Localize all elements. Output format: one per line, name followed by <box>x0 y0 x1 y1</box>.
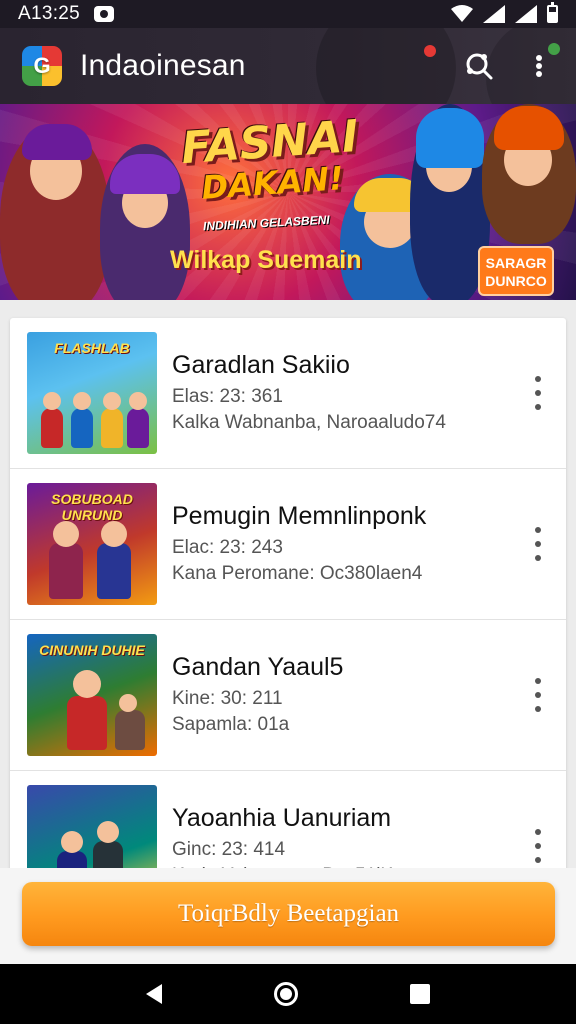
search-icon[interactable] <box>464 51 494 81</box>
game-thumbnail: CINUNIH DUHIE <box>27 634 157 756</box>
list-item[interactable]: CINUNIH DUHIE Gandan Yaaul5 Kine: 30: 21… <box>10 620 566 771</box>
app-bar-actions <box>404 43 560 81</box>
game-meta-primary: Kine: 30: 211 <box>172 688 283 709</box>
banner-title: FASNAI DAKAN! <box>173 111 368 207</box>
game-list: FLASHLAB Garadlan Sakiio Elas: 23: 361 K… <box>10 318 566 878</box>
status-time: A13:25 <box>18 3 81 24</box>
thumbnail-caption: CINUNIH DUHIE <box>39 642 145 658</box>
notification-icon <box>94 6 115 22</box>
game-title: Yaoanhia Uanuriam <box>172 804 392 832</box>
app-logo-letter: G <box>33 53 51 78</box>
home-icon[interactable] <box>274 982 298 1006</box>
status-icons <box>451 2 558 23</box>
game-meta-primary: Ginc: 23: 414 <box>172 839 286 860</box>
notifications-icon[interactable] <box>404 45 436 81</box>
back-icon[interactable] <box>146 984 162 1004</box>
game-meta-secondary: Sapamla: 01a <box>172 714 290 735</box>
game-info: Gandan Yaaul5 Kine: 30: 211 Sapamla: 01a <box>172 652 566 738</box>
game-title: Garadlan Sakiio <box>172 351 350 379</box>
game-title: Gandan Yaaul5 <box>172 653 344 681</box>
overflow-menu-icon[interactable] <box>524 43 560 81</box>
thumbnail-caption: FLASHLAB <box>54 340 130 356</box>
game-info: Pemugin Memnlinponk Elac: 23: 243 Kana P… <box>172 501 566 587</box>
game-thumbnail <box>27 785 157 878</box>
game-thumbnail: SOBUBOAD UNRUND <box>27 483 157 605</box>
navigation-bar <box>0 964 576 1024</box>
more-options-icon[interactable] <box>534 527 542 561</box>
recents-icon[interactable] <box>410 984 430 1004</box>
banner-tagline: Wilkap Suemain <box>170 246 362 274</box>
thumbnail-caption: SOBUBOAD UNRUND <box>51 491 133 523</box>
banner-badge-button[interactable]: SARAGR DUNRCO <box>478 246 554 296</box>
more-options-icon[interactable] <box>534 376 542 410</box>
list-item[interactable]: SOBUBOAD UNRUND Pemugin Memnlinponk Elac… <box>10 469 566 620</box>
app-title: Indaoinesan <box>80 49 246 82</box>
more-options-icon[interactable] <box>534 829 542 863</box>
signal-icon <box>483 5 505 23</box>
primary-action-button[interactable]: ToiqrBdly Beetapgian <box>22 882 555 946</box>
status-bar: A13:25 <box>0 0 576 28</box>
battery-icon <box>547 2 558 23</box>
game-title: Pemugin Memnlinponk <box>172 502 427 530</box>
app-logo[interactable]: G <box>22 46 62 86</box>
more-options-icon[interactable] <box>534 678 542 712</box>
update-badge <box>548 43 560 55</box>
game-info: Yaoanhia Uanuriam Ginc: 23: 414 Karla Ya… <box>172 803 566 878</box>
game-meta-secondary: Kana Peromane: Oc380laen4 <box>172 563 423 584</box>
game-meta-primary: Elas: 23: 361 <box>172 386 283 407</box>
banner-hero-warrior <box>0 124 110 300</box>
notification-badge <box>424 45 436 57</box>
game-meta-primary: Elac: 23: 243 <box>172 537 283 558</box>
banner-hero-archer <box>482 104 576 244</box>
wifi-icon <box>451 5 473 22</box>
game-info: Garadlan Sakiio Elas: 23: 361 Kalka Wabn… <box>172 350 566 436</box>
game-meta-secondary: Kalka Wabnanba, Naroaaludo74 <box>172 412 446 433</box>
list-item[interactable]: FLASHLAB Garadlan Sakiio Elas: 23: 361 K… <box>10 318 566 469</box>
promo-banner[interactable]: FASNAI DAKAN! INDIHIAN GELASBENI Wilkap … <box>0 104 576 300</box>
bottom-action-area: ToiqrBdly Beetapgian <box>0 868 576 964</box>
list-item[interactable]: Yaoanhia Uanuriam Ginc: 23: 414 Karla Ya… <box>10 771 566 878</box>
app-bar: G Indaoinesan <box>0 28 576 104</box>
signal-icon <box>515 5 537 23</box>
screen: A13:25 G Indaoinesan FASNAI DAKAN! INDIH… <box>0 0 576 1024</box>
game-thumbnail: FLASHLAB <box>27 332 157 454</box>
